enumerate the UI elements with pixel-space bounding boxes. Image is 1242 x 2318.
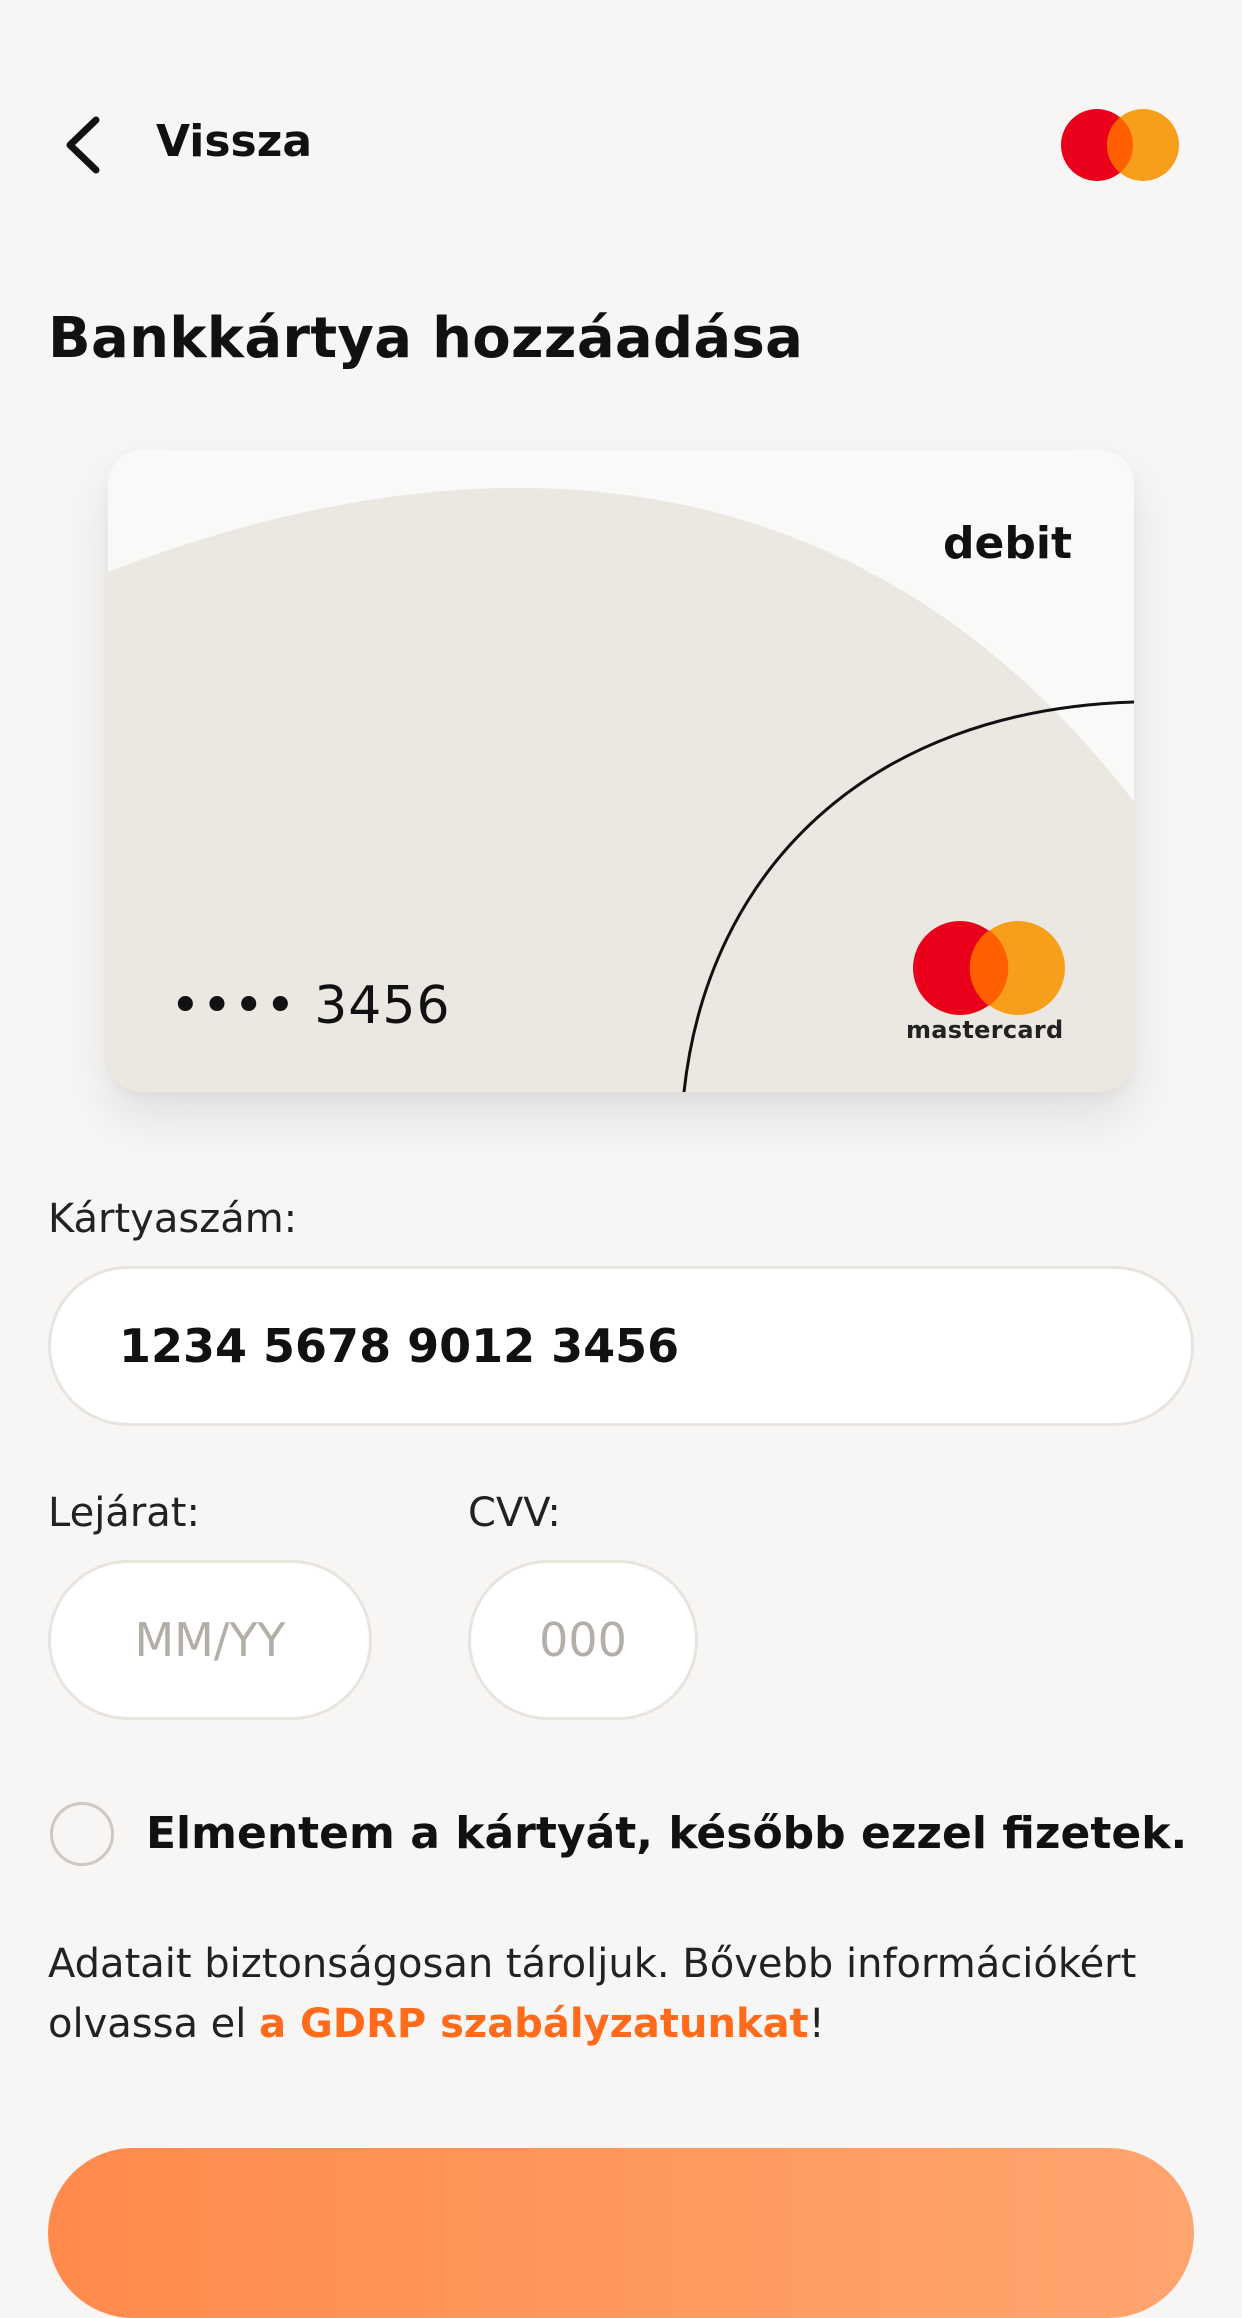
expiry-label: Lejárat:: [48, 1490, 200, 1536]
cvv-field-container: [468, 1560, 698, 1720]
expiry-field-container: [48, 1560, 372, 1720]
card-preview: debit •••• 3456 mastercard: [108, 450, 1134, 1092]
save-card-checkbox[interactable]: [50, 1802, 114, 1866]
card-number-input[interactable]: [51, 1269, 1191, 1423]
expiry-input[interactable]: [51, 1563, 369, 1717]
cvv-label: CVV:: [468, 1490, 561, 1536]
mastercard-logo-icon: [1060, 108, 1180, 182]
submit-button[interactable]: [48, 2148, 1194, 2318]
gdpr-policy-link[interactable]: a GDRP szabályzatunkat: [259, 2001, 809, 2047]
card-number-field-container: [48, 1266, 1194, 1426]
save-card-label[interactable]: Elmentem a kártyát, később ezzel fizetek…: [146, 1808, 1187, 1859]
card-network-label: mastercard: [906, 1016, 1064, 1044]
back-arrow-icon[interactable]: [58, 114, 118, 176]
masked-card-number: •••• 3456: [170, 976, 451, 1036]
header-bar: Vissza: [0, 100, 1242, 190]
card-type-label: debit: [943, 518, 1072, 569]
cvv-input[interactable]: [471, 1563, 695, 1717]
card-number-label: Kártyaszám:: [48, 1196, 298, 1242]
back-button[interactable]: Vissza: [156, 116, 312, 167]
page-title: Bankkártya hozzáadása: [48, 306, 804, 371]
privacy-info-text: Adatait biztonságosan tároljuk. Bővebb i…: [48, 1934, 1198, 2054]
privacy-info-text-end: !: [808, 2001, 825, 2047]
